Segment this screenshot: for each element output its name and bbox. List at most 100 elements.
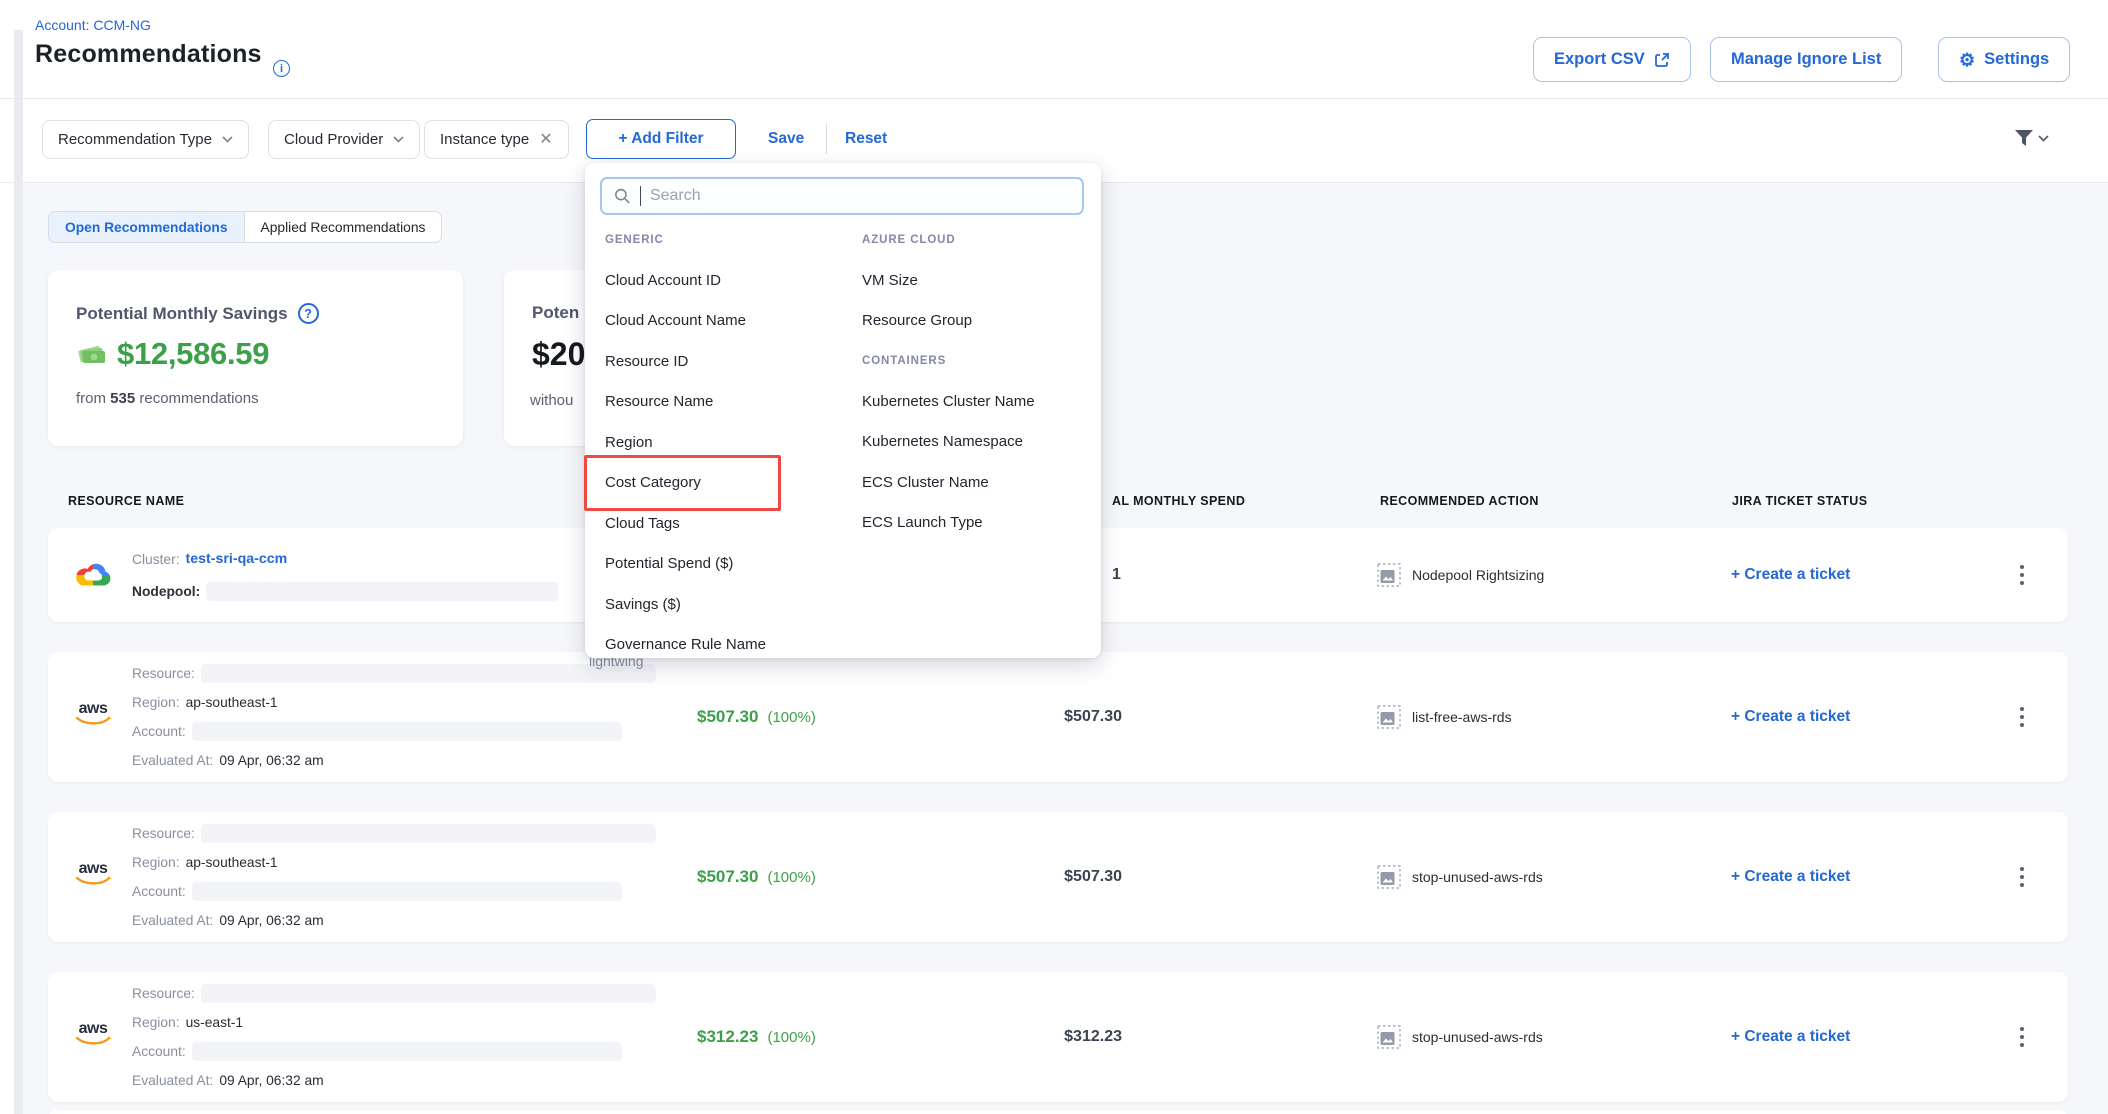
monthly-savings-cell: $507.30 (100%) <box>697 812 816 942</box>
dropdown-azure-containers-column: AZURE CLOUD VM Size Resource Group CONTA… <box>862 220 1092 543</box>
filter-chip-cloud-provider[interactable]: Cloud Provider <box>268 120 420 159</box>
recommended-action-cell: Nodepool Rightsizing <box>1377 528 1544 622</box>
table-row[interactable]: aws Resource: Region:ap-southeast-1 Acco… <box>48 812 2068 942</box>
external-link-icon <box>1654 52 1670 68</box>
filter-chip-recommendation-type[interactable]: Recommendation Type <box>42 120 249 159</box>
filter-option-ecs-cluster-name[interactable]: ECS Cluster Name <box>862 462 1092 503</box>
aws-icon: aws <box>73 862 113 887</box>
evaluated-label: Evaluated At: <box>132 1073 213 1088</box>
row-menu-kebab-icon[interactable] <box>2010 652 2034 782</box>
column-header-resource-name[interactable]: RESOURCE NAME <box>68 494 184 508</box>
column-header-jira-ticket-status[interactable]: JIRA TICKET STATUS <box>1732 494 1867 508</box>
aws-icon: aws <box>73 1022 113 1047</box>
reset-filter-link[interactable]: Reset <box>845 130 887 148</box>
create-ticket-link[interactable]: + Create a ticket <box>1731 972 1850 1102</box>
filter-chip-instance-type[interactable]: Instance type ✕ <box>424 120 569 159</box>
savings-count: 535 <box>110 390 135 407</box>
spend-card-note-fragment: withou <box>530 392 573 409</box>
info-icon[interactable]: i <box>273 60 290 77</box>
region-label: Region: <box>132 855 180 870</box>
redacted-value <box>192 722 622 741</box>
export-csv-label: Export CSV <box>1554 50 1645 69</box>
create-ticket-link[interactable]: + Create a ticket <box>1731 652 1850 782</box>
filter-option-cloud-account-name[interactable]: Cloud Account Name <box>605 301 845 342</box>
funnel-icon <box>2014 129 2034 147</box>
breadcrumb[interactable]: Account: CCM-NG <box>35 17 151 33</box>
export-csv-button[interactable]: Export CSV <box>1533 37 1691 82</box>
cluster-name-link[interactable]: test-sri-qa-ccm <box>186 551 288 567</box>
evaluated-value: 09 Apr, 06:32 am <box>219 913 323 928</box>
cluster-label: Cluster: <box>132 552 180 567</box>
recommended-action-label: Nodepool Rightsizing <box>1412 567 1544 583</box>
redacted-value <box>201 664 656 683</box>
section-title-generic: GENERIC <box>605 220 845 260</box>
filter-option-cloud-tags[interactable]: Cloud Tags <box>605 503 845 544</box>
search-input[interactable] <box>650 187 1070 205</box>
monthly-spend-value: $507.30 <box>1000 652 1122 782</box>
region-value: ap-southeast-1 <box>186 855 278 870</box>
manage-ignore-list-button[interactable]: Manage Ignore List <box>1710 37 1902 82</box>
money-icon <box>76 342 108 366</box>
filter-option-region[interactable]: Region <box>605 422 845 463</box>
add-filter-button[interactable]: + Add Filter <box>586 119 736 159</box>
add-filter-dropdown: GENERIC Cloud Account ID Cloud Account N… <box>585 163 1101 658</box>
redacted-value <box>201 984 656 1003</box>
savings-card-title: Potential Monthly Savings ? <box>76 303 319 324</box>
column-header-recommended-action[interactable]: RECOMMENDED ACTION <box>1380 494 1539 508</box>
filter-option-resource-id[interactable]: Resource ID <box>605 341 845 382</box>
filter-option-kubernetes-namespace[interactable]: Kubernetes Namespace <box>862 422 1092 463</box>
savings-value: $312.23 <box>697 1027 758 1047</box>
filter-option-ecs-launch-type[interactable]: ECS Launch Type <box>862 503 1092 544</box>
recommended-action-label: stop-unused-aws-rds <box>1412 869 1543 885</box>
filter-option-cloud-account-id[interactable]: Cloud Account ID <box>605 260 845 301</box>
row-menu-kebab-icon[interactable] <box>2010 812 2034 942</box>
tab-applied-recommendations[interactable]: Applied Recommendations <box>245 212 442 242</box>
savings-card-title-text: Potential Monthly Savings <box>76 304 288 324</box>
filter-option-savings[interactable]: Savings ($) <box>605 584 845 625</box>
evaluated-label: Evaluated At: <box>132 753 213 768</box>
resource-label: Resource: <box>132 826 195 841</box>
evaluated-value: 09 Apr, 06:32 am <box>219 753 323 768</box>
filter-option-resource-name[interactable]: Resource Name <box>605 382 845 423</box>
region-label: Region: <box>132 695 180 710</box>
dropdown-generic-column: GENERIC Cloud Account ID Cloud Account N… <box>605 220 845 665</box>
create-ticket-link[interactable]: + Create a ticket <box>1731 528 1850 622</box>
tab-open-recommendations[interactable]: Open Recommendations <box>49 212 245 242</box>
broken-image-icon <box>1377 865 1401 889</box>
savings-sub-suffix: recommendations <box>139 390 258 407</box>
potential-monthly-savings-card: Potential Monthly Savings ? $12,586.59 f… <box>48 270 463 446</box>
section-title-azure-cloud: AZURE CLOUD <box>862 220 1092 260</box>
monthly-spend-value: $312.23 <box>1000 972 1122 1102</box>
table-row[interactable]: aws Resource: Region:ap-southeast-1 Acco… <box>48 652 2068 782</box>
row-menu-kebab-icon[interactable] <box>2010 528 2034 622</box>
broken-image-icon <box>1377 1025 1401 1049</box>
filter-option-potential-spend[interactable]: Potential Spend ($) <box>605 544 845 585</box>
spend-card-title-fragment: Poten <box>532 303 579 323</box>
monthly-spend-value-fragment: 1 <box>1112 528 1121 622</box>
filter-option-kubernetes-cluster-name[interactable]: Kubernetes Cluster Name <box>862 381 1092 422</box>
close-icon[interactable]: ✕ <box>539 132 552 148</box>
column-header-total-monthly-spend[interactable]: AL MONTHLY SPEND <box>1112 494 1245 508</box>
create-ticket-link[interactable]: + Create a ticket <box>1731 812 1850 942</box>
chevron-down-icon <box>2038 135 2049 142</box>
monthly-spend-value: $507.30 <box>1000 812 1122 942</box>
filter-option-governance-rule-name[interactable]: Governance Rule Name <box>605 625 845 666</box>
save-filter-link[interactable]: Save <box>768 130 804 148</box>
filter-panel-toggle[interactable] <box>2014 129 2049 147</box>
row-menu-kebab-icon[interactable] <box>2010 972 2034 1102</box>
settings-button[interactable]: ⚙ Settings <box>1938 37 2070 82</box>
help-icon[interactable]: ? <box>298 303 319 324</box>
filter-option-resource-group[interactable]: Resource Group <box>862 301 1092 342</box>
dropdown-search-box[interactable] <box>600 177 1084 215</box>
savings-value-row: $12,586.59 <box>76 336 269 372</box>
spend-card-value-fragment: $20 <box>532 336 585 373</box>
table-row[interactable]: aws Resource: Region:us-east-1 Account: … <box>48 972 2068 1102</box>
savings-value: $507.30 <box>697 867 758 887</box>
recommended-action-label: stop-unused-aws-rds <box>1412 1029 1543 1045</box>
chip-label: Cloud Provider <box>284 131 383 148</box>
broken-image-icon <box>1377 705 1401 729</box>
filter-option-vm-size[interactable]: VM Size <box>862 260 1092 301</box>
redacted-value <box>192 1042 622 1061</box>
filter-option-cost-category[interactable]: Cost Category <box>605 463 845 504</box>
account-label: Account: <box>132 724 186 739</box>
